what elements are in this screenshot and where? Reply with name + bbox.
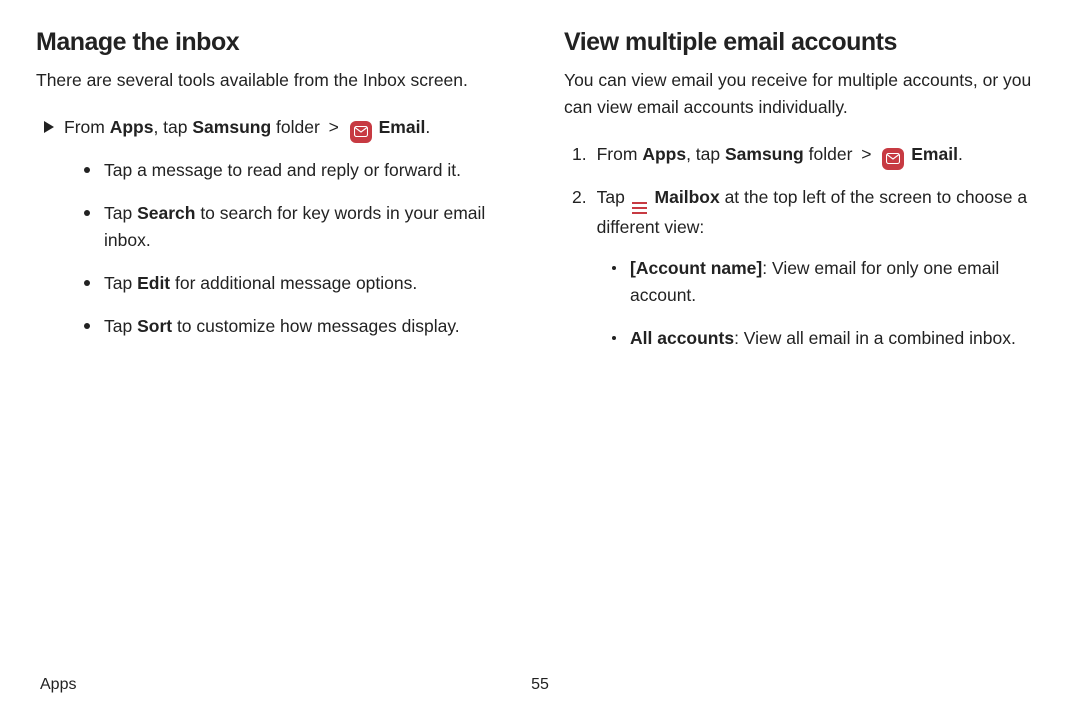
list-item: All accounts: View all email in a combin… [612,325,1044,352]
footer-page-number: 55 [531,676,549,694]
bullet-icon [612,336,616,340]
text: , tap [153,117,192,137]
list-item: Tap Search to search for key words in yo… [84,200,516,254]
apps-label: Apps [642,144,686,164]
right-step-2: 2. Tap Mailbox at the top left of the sc… [564,184,1044,241]
text: Tap [104,203,137,223]
footer-section: Apps [40,676,76,694]
left-step: From Apps, tap Samsung folder > Email. [36,114,516,143]
right-sublist: [Account name]: View email for only one … [564,255,1044,352]
right-column: View multiple email accounts You can vie… [564,28,1044,368]
left-sublist: Tap a message to read and reply or forwa… [36,157,516,341]
email-label: Email [374,117,426,137]
left-intro: There are several tools available from t… [36,67,516,94]
triangle-bullet-icon [44,121,54,133]
item-text: All accounts: View all email in a combin… [630,325,1016,352]
list-item: Tap Edit for additional message options. [84,270,516,297]
text: . [425,117,430,137]
left-step-text: From Apps, tap Samsung folder > Email. [64,114,516,143]
text: Tap [104,273,137,293]
text: folder [271,117,325,137]
step-number: 2. [572,184,587,211]
hamburger-icon [632,202,647,214]
step-text: Tap Mailbox at the top left of the scree… [597,184,1044,241]
item-text: Tap Edit for additional message options. [104,270,417,297]
text: : View all email in a combined inbox. [734,328,1016,348]
left-heading: Manage the inbox [36,28,516,57]
bold-label: Edit [137,273,170,293]
text: for additional message options. [170,273,417,293]
chevron-icon: > [861,144,871,164]
text: . [958,144,963,164]
bold-label: [Account name] [630,258,762,278]
bold-label: All accounts [630,328,734,348]
text: Tap [597,187,630,207]
step-number: 1. [572,141,587,168]
text: From [64,117,110,137]
text: Tap [104,316,137,336]
text: to customize how messages display. [172,316,460,336]
list-item: [Account name]: View email for only one … [612,255,1044,309]
text: , tap [686,144,725,164]
samsung-label: Samsung [725,144,804,164]
bullet-icon [84,210,90,216]
mailbox-label: Mailbox [650,187,720,207]
item-text: Tap Search to search for key words in yo… [104,200,516,254]
text: Tap a message to read and reply or forwa… [104,160,461,180]
item-text: Tap a message to read and reply or forwa… [104,157,461,184]
right-intro: You can view email you receive for multi… [564,67,1044,121]
text: From [597,144,643,164]
email-label: Email [906,144,958,164]
item-text: Tap Sort to customize how messages displ… [104,313,460,340]
list-item: Tap Sort to customize how messages displ… [84,313,516,340]
bullet-icon [84,167,90,173]
text: folder [804,144,858,164]
bullet-icon [612,266,616,270]
chevron-icon: > [329,117,339,137]
right-step-1: 1. From Apps, tap Samsung folder > Email… [564,141,1044,170]
right-heading: View multiple email accounts [564,28,1044,57]
step-text: From Apps, tap Samsung folder > Email. [597,141,1044,170]
content-columns: Manage the inbox There are several tools… [36,28,1044,368]
bold-label: Sort [137,316,172,336]
apps-label: Apps [110,117,154,137]
item-text: [Account name]: View email for only one … [630,255,1044,309]
bullet-icon [84,323,90,329]
bullet-icon [84,280,90,286]
left-column: Manage the inbox There are several tools… [36,28,516,368]
samsung-label: Samsung [192,117,271,137]
list-item: Tap a message to read and reply or forwa… [84,157,516,184]
email-icon [882,148,904,170]
bold-label: Search [137,203,195,223]
email-icon [350,121,372,143]
